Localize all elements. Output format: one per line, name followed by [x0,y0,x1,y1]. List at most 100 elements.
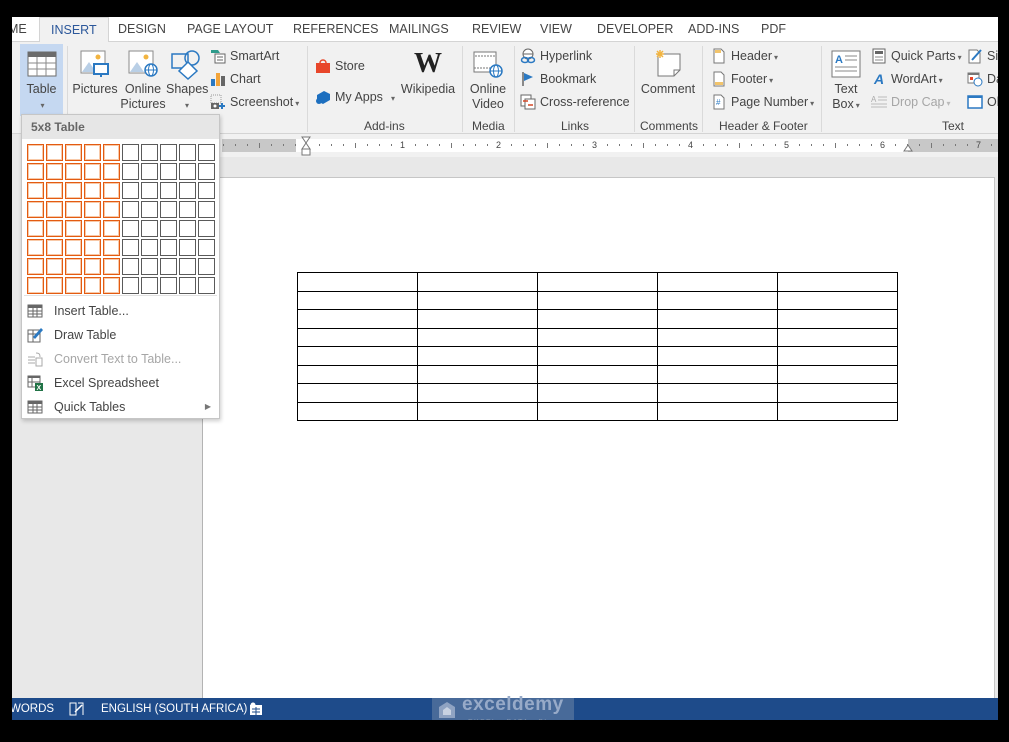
grid-cell[interactable] [141,201,158,218]
grid-cell[interactable] [27,220,44,237]
grid-cell[interactable] [160,277,177,294]
grid-cell[interactable] [27,239,44,256]
table-cell[interactable] [417,401,538,421]
grid-cell[interactable] [103,182,120,199]
table-cell[interactable] [417,309,538,329]
table-cell[interactable] [657,364,778,384]
table-cell[interactable] [657,383,778,403]
table-cell[interactable] [657,401,778,421]
grid-cell[interactable] [65,239,82,256]
grid-cell[interactable] [46,144,63,161]
menu-item-quick-tables[interactable]: Quick Tables ▶ [22,395,219,419]
grid-cell[interactable] [160,239,177,256]
table-cell[interactable] [537,309,658,329]
grid-cell[interactable] [65,144,82,161]
grid-cell[interactable] [179,182,196,199]
grid-cell[interactable] [122,277,139,294]
table-cell[interactable] [537,290,658,310]
grid-cell[interactable] [179,201,196,218]
table-cell[interactable] [777,401,898,421]
grid-cell[interactable] [65,258,82,275]
grid-cell[interactable] [103,163,120,180]
chart-button[interactable]: Chart [210,69,261,89]
grid-cell[interactable] [46,201,63,218]
tab-pdf[interactable]: PDF [761,17,786,42]
grid-cell[interactable] [141,220,158,237]
menu-item-insert-table[interactable]: Insert Table... [22,299,219,323]
page-number-button[interactable]: # Page Number ▾ [711,92,814,112]
screenshot-button[interactable]: Screenshot ▾ [210,92,299,112]
grid-cell[interactable] [141,182,158,199]
horizontal-ruler[interactable]: 1 2 3 4 5 6 7 [222,136,998,156]
cross-reference-button[interactable]: Cross-reference [520,92,630,112]
table-cell[interactable] [657,290,778,310]
bookmark-button[interactable]: Bookmark [520,69,596,89]
grid-cell[interactable] [65,182,82,199]
grid-cell[interactable] [198,258,215,275]
grid-cell[interactable] [122,182,139,199]
grid-cell[interactable] [46,220,63,237]
table-cell[interactable] [417,272,538,292]
grid-cell[interactable] [141,258,158,275]
grid-cell[interactable] [27,258,44,275]
table-cell[interactable] [777,272,898,292]
online-video-button[interactable]: Online Video [467,44,509,112]
grid-cell[interactable] [84,201,101,218]
tab-view[interactable]: VIEW [540,17,572,42]
word-count[interactable]: WORDS [12,698,54,720]
tab-insert[interactable]: INSERT [39,17,109,43]
menu-item-draw-table[interactable]: Draw Table [22,323,219,347]
grid-cell[interactable] [27,163,44,180]
grid-cell[interactable] [198,220,215,237]
table-cell[interactable] [657,272,778,292]
signature-line-button[interactable]: Si [967,46,998,66]
table-cell[interactable] [297,383,418,403]
macro-recording-icon[interactable] [249,702,263,716]
document-table[interactable] [297,272,898,421]
table-cell[interactable] [297,401,418,421]
hyperlink-button[interactable]: Hyperlink [520,46,592,66]
comment-button[interactable]: Comment [638,44,698,97]
grid-cell[interactable] [84,220,101,237]
grid-cell[interactable] [198,201,215,218]
table-cell[interactable] [777,364,898,384]
grid-cell[interactable] [65,163,82,180]
grid-cell[interactable] [160,258,177,275]
table-cell[interactable] [417,364,538,384]
grid-cell[interactable] [122,239,139,256]
wordart-button[interactable]: A WordArt ▾ [871,69,943,89]
grid-cell[interactable] [122,201,139,218]
tab-design[interactable]: DESIGN [118,17,166,42]
grid-cell[interactable] [65,277,82,294]
table-cell[interactable] [777,383,898,403]
tab-home[interactable]: ME [12,17,27,42]
grid-cell[interactable] [46,163,63,180]
grid-cell[interactable] [179,163,196,180]
table-cell[interactable] [777,309,898,329]
grid-cell[interactable] [160,201,177,218]
grid-cell[interactable] [141,277,158,294]
right-indent-marker-icon[interactable] [903,142,913,152]
grid-cell[interactable] [27,201,44,218]
grid-cell[interactable] [84,277,101,294]
grid-cell[interactable] [160,144,177,161]
grid-cell[interactable] [179,277,196,294]
table-cell[interactable] [657,346,778,366]
grid-cell[interactable] [141,239,158,256]
grid-cell[interactable] [46,277,63,294]
table-cell[interactable] [777,327,898,347]
grid-cell[interactable] [141,144,158,161]
menu-item-convert-text-to-table[interactable]: Convert Text to Table... [22,347,219,371]
wikipedia-button[interactable]: W Wikipedia [400,44,456,97]
grid-cell[interactable] [84,258,101,275]
table-cell[interactable] [297,346,418,366]
table-cell[interactable] [537,383,658,403]
grid-cell[interactable] [27,144,44,161]
grid-cell[interactable] [179,144,196,161]
grid-cell[interactable] [122,258,139,275]
grid-cell[interactable] [103,277,120,294]
grid-cell[interactable] [65,201,82,218]
grid-cell[interactable] [84,182,101,199]
table-cell[interactable] [297,309,418,329]
table-cell[interactable] [297,364,418,384]
